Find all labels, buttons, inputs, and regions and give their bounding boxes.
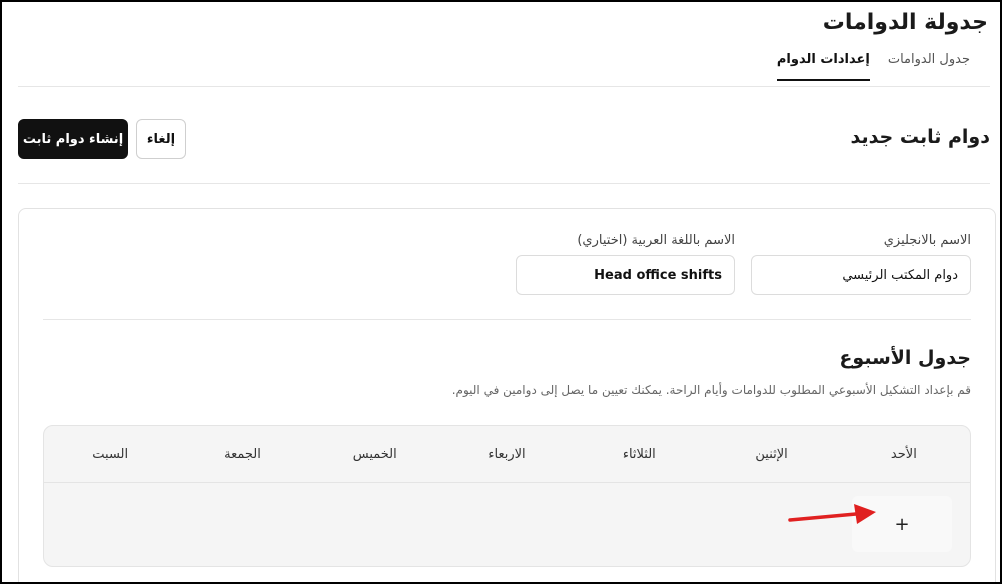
arabic-name-label: الاسم باللغة العربية (اختياري) — [577, 233, 735, 248]
tab-shift-settings[interactable]: إعدادات الدوام — [776, 52, 870, 81]
cancel-button[interactable]: إلغاء — [136, 119, 186, 159]
week-schedule-title: جدول الأسبوع — [839, 347, 971, 369]
section-title: دوام ثابت جديد — [850, 126, 990, 148]
week-schedule-description: قم بإعداد التشكيل الأسبوعي المطلوب للدوا… — [451, 383, 971, 397]
arabic-name-field[interactable]: Head office shifts — [516, 255, 735, 295]
form-divider — [43, 319, 971, 320]
tab-bar: جدول الدوامات إعدادات الدوام — [776, 52, 970, 81]
header-divider — [18, 86, 990, 87]
day-friday: الجمعة — [224, 446, 261, 462]
tab-shift-schedule[interactable]: جدول الدوامات — [888, 52, 970, 81]
day-sunday: الأحد — [890, 446, 917, 462]
week-schedule-table: الأحد الإثنين الثلاثاء الاربعاء الخميس ا… — [43, 425, 971, 567]
week-days-header: الأحد الإثنين الثلاثاء الاربعاء الخميس ا… — [44, 426, 970, 483]
app-frame: جدولة الدوامات جدول الدوامات إعدادات الد… — [0, 0, 1002, 584]
english-name-label: الاسم بالانجليزي — [883, 233, 971, 248]
day-thursday: الخميس — [352, 446, 397, 462]
day-wednesday: الاربعاء — [488, 446, 526, 462]
day-saturday: السبت — [92, 446, 129, 462]
day-tuesday: الثلاثاء — [622, 446, 656, 462]
page-title: جدولة الدوامات — [822, 10, 988, 35]
english-name-field[interactable]: دوام المكتب الرئيسي — [751, 255, 971, 295]
plus-icon: + — [894, 513, 910, 535]
red-arrow-icon — [788, 504, 876, 524]
create-fixed-shift-button[interactable]: إنشاء دوام ثابت — [18, 119, 128, 159]
section-divider — [18, 183, 990, 184]
day-monday: الإثنين — [755, 446, 788, 462]
